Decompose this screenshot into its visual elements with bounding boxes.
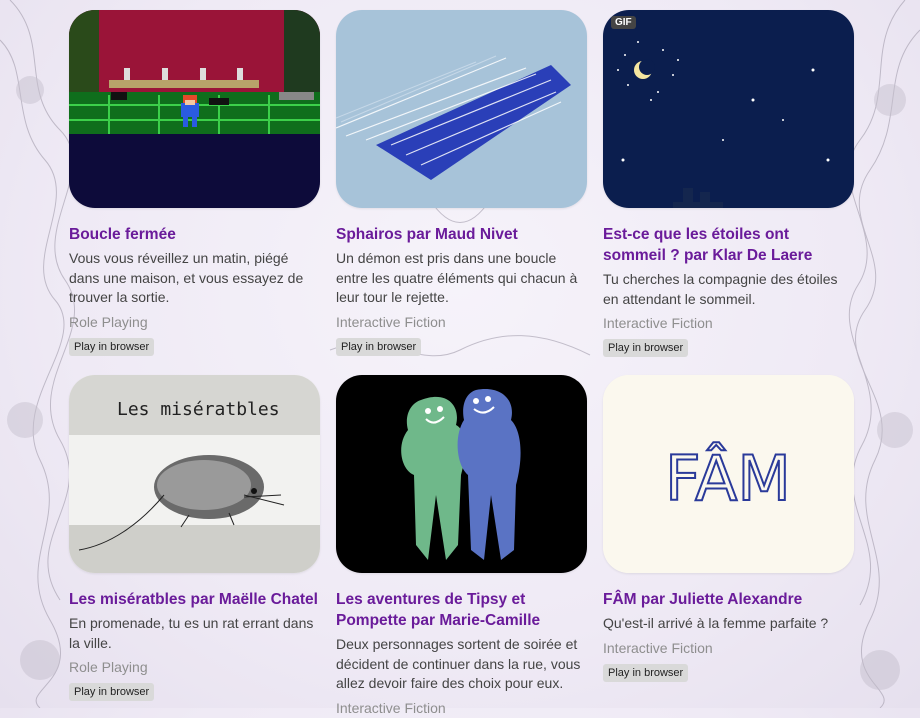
game-genre: Interactive Fiction bbox=[603, 639, 713, 656]
game-thumbnail[interactable]: GIF bbox=[603, 10, 854, 208]
cover-title-text: Les misératbles bbox=[117, 399, 280, 420]
game-description: En promenade, tu es un rat errant dans l… bbox=[69, 615, 314, 651]
game-thumbnail[interactable]: Les misératbles bbox=[69, 375, 320, 573]
cover-title-text: FÂM bbox=[665, 441, 791, 515]
play-in-browser-badge: Play in browser bbox=[603, 339, 689, 357]
game-thumbnail[interactable] bbox=[336, 10, 587, 208]
fam-cover-image: FÂM bbox=[603, 375, 854, 573]
game-title[interactable]: FÂM par Juliette Alexandre bbox=[603, 589, 854, 610]
boucle-fermee-cover-image bbox=[69, 10, 320, 208]
game-thumbnail[interactable] bbox=[69, 10, 320, 208]
game-thumbnail[interactable] bbox=[336, 375, 587, 573]
game-thumbnail[interactable]: FÂM bbox=[603, 375, 854, 573]
game-genre: Role Playing bbox=[69, 659, 148, 675]
game-card-tipsy-pompette[interactable]: Les aventures de Tipsy et Pompette par M… bbox=[336, 375, 587, 718]
game-title[interactable]: Sphairos par Maud Nivet bbox=[336, 224, 587, 245]
game-title[interactable]: Les misératbles par Maëlle Chatel bbox=[69, 589, 320, 610]
game-card-miseratbles[interactable]: Les misératbles Les misératbles par Maël… bbox=[69, 375, 320, 701]
game-description: Qu'est-il arrivé à la femme parfaite ? bbox=[603, 615, 829, 631]
game-description: Un démon est pris dans une boucle entre … bbox=[336, 250, 578, 305]
gif-badge: GIF bbox=[611, 16, 636, 29]
game-card-fam[interactable]: FÂM FÂM par Juliette Alexandre Qu'est-il… bbox=[603, 375, 854, 682]
play-in-browser-badge: Play in browser bbox=[603, 663, 689, 682]
miseratbles-cover-image: Les misératbles bbox=[69, 375, 320, 573]
etoiles-cover-image bbox=[603, 10, 854, 208]
game-card-boucle-fermee[interactable]: Boucle fermée Vous vous réveillez un mat… bbox=[69, 10, 320, 356]
game-genre: Interactive Fiction bbox=[336, 313, 446, 330]
game-genre: Role Playing bbox=[69, 313, 148, 330]
game-description: Tu cherches la compagnie des étoiles en … bbox=[603, 271, 838, 307]
game-description: Deux personnages sortent de soirée et dé… bbox=[336, 636, 581, 691]
play-in-browser-badge: Play in browser bbox=[69, 683, 155, 701]
game-card-sphairos[interactable]: Sphairos par Maud Nivet Un démon est pri… bbox=[336, 10, 587, 356]
game-description: Vous vous réveillez un matin, piégé dans… bbox=[69, 250, 304, 305]
game-title[interactable]: Est-ce que les étoiles ont sommeil ? par… bbox=[603, 224, 854, 266]
game-title[interactable]: Boucle fermée bbox=[69, 224, 320, 245]
game-card-etoiles[interactable]: GIF Est-ce que les étoiles ont sommeil ?… bbox=[603, 10, 854, 357]
game-genre: Interactive Fiction bbox=[603, 315, 713, 331]
game-title[interactable]: Les aventures de Tipsy et Pompette par M… bbox=[336, 589, 587, 631]
play-in-browser-badge: Play in browser bbox=[69, 337, 155, 356]
tipsy-pompette-cover-image bbox=[336, 375, 587, 573]
play-in-browser-badge: Play in browser bbox=[336, 337, 422, 356]
sphairos-cover-image bbox=[336, 10, 587, 208]
